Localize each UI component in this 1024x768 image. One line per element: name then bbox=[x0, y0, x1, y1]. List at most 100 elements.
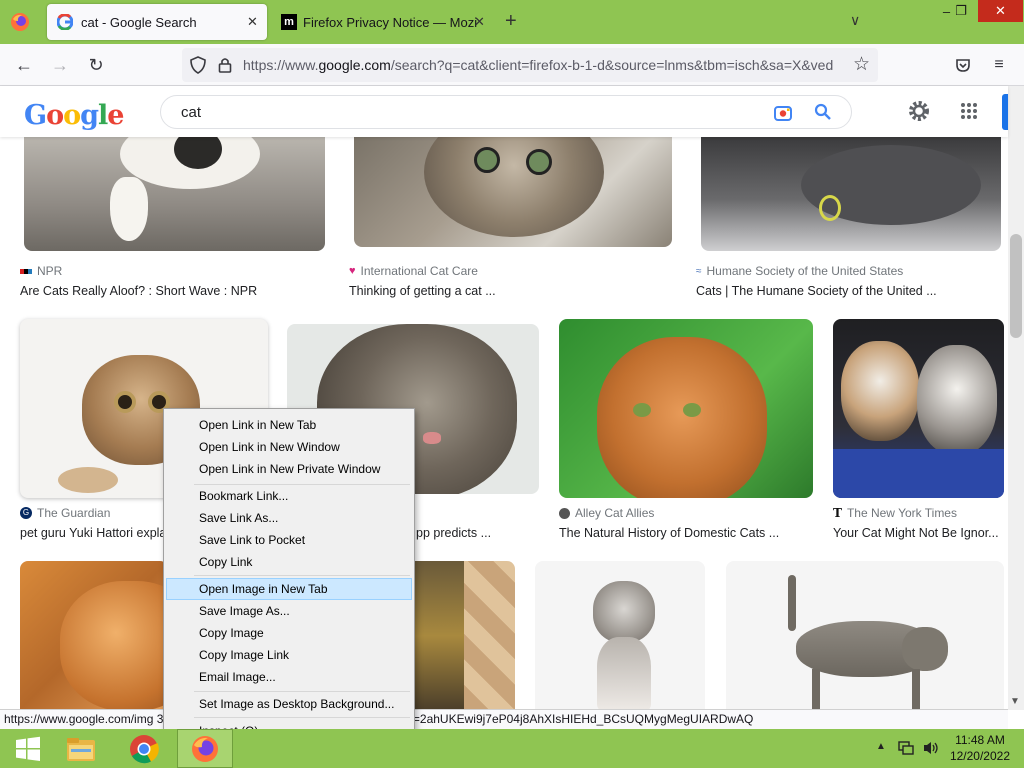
result-image-costume-cat[interactable] bbox=[414, 561, 515, 711]
search-box[interactable]: cat bbox=[160, 95, 852, 129]
result-title[interactable]: The Natural History of Domestic Cats ... bbox=[559, 526, 809, 540]
menu-open-link-new-window[interactable]: Open Link in New Window bbox=[166, 436, 412, 458]
search-input[interactable]: cat bbox=[181, 104, 201, 121]
google-logo[interactable]: Google bbox=[24, 100, 124, 131]
cat-photo-detail bbox=[110, 177, 148, 241]
result-source[interactable]: ≈ Humane Society of the United States bbox=[696, 264, 903, 278]
tab-strip: cat - Google Search ✕ m Firefox Privacy … bbox=[0, 0, 1024, 44]
menu-open-link-private-window[interactable]: Open Link in New Private Window bbox=[166, 458, 412, 480]
scroll-down-arrow-icon[interactable]: ▼ bbox=[1010, 696, 1020, 707]
menu-bookmark-link[interactable]: Bookmark Link... bbox=[166, 485, 412, 507]
menu-email-image[interactable]: Email Image... bbox=[166, 666, 412, 688]
hamburger-menu-icon[interactable]: ≡ bbox=[986, 52, 1012, 78]
result-source[interactable]: Alley Cat Allies bbox=[559, 506, 654, 520]
logo-letter: G bbox=[24, 100, 47, 131]
cat-photo-detail bbox=[597, 637, 651, 711]
firefox-icon bbox=[192, 735, 218, 762]
camera-lens-icon[interactable] bbox=[773, 103, 793, 128]
result-source[interactable]: T The New York Times bbox=[833, 506, 957, 520]
chrome-button[interactable] bbox=[116, 729, 172, 768]
tab-label: Firefox Privacy Notice — Mozilla bbox=[303, 14, 478, 30]
url-bar[interactable]: https://www.google.com/search?q=cat&clie… bbox=[182, 48, 878, 82]
chrome-icon bbox=[130, 734, 159, 763]
list-tabs-chevron-icon[interactable]: ∨ bbox=[850, 12, 860, 29]
navigation-toolbar: ← → ↻ https://www.google.com/search?q=ca… bbox=[0, 44, 1024, 86]
logo-letter: g bbox=[80, 100, 99, 131]
menu-set-desktop-background[interactable]: Set Image as Desktop Background... bbox=[166, 693, 412, 715]
menu-separator bbox=[194, 691, 410, 692]
menu-open-image-new-tab[interactable]: Open Image in New Tab bbox=[166, 578, 412, 600]
pocket-icon[interactable] bbox=[950, 52, 976, 78]
menu-save-link-to-pocket[interactable]: Save Link to Pocket bbox=[166, 529, 412, 551]
logo-letter: o bbox=[63, 100, 81, 131]
menu-copy-link[interactable]: Copy Link bbox=[166, 551, 412, 573]
guardian-logo-icon: G bbox=[20, 507, 32, 519]
menu-save-link-as[interactable]: Save Link As... bbox=[166, 507, 412, 529]
result-source-name: Humane Society of the United States bbox=[706, 264, 904, 278]
tab-firefox-privacy[interactable]: m Firefox Privacy Notice — Mozilla ✕ bbox=[277, 4, 489, 40]
humane-logo-icon: ≈ bbox=[696, 265, 702, 277]
lock-icon[interactable] bbox=[218, 56, 232, 79]
result-title[interactable]: Are Cats Really Aloof? : Short Wave : NP… bbox=[20, 284, 330, 298]
result-title[interactable]: pet guru Yuki Hattori expla bbox=[20, 526, 165, 540]
cat-photo-detail bbox=[902, 627, 948, 671]
close-tab-icon[interactable]: ✕ bbox=[474, 14, 485, 30]
close-tab-icon[interactable]: ✕ bbox=[247, 14, 258, 30]
network-icon[interactable] bbox=[898, 740, 914, 761]
firefox-menu-icon[interactable] bbox=[10, 12, 30, 32]
result-image-humane[interactable] bbox=[701, 137, 1001, 251]
context-menu: Open Link in New Tab Open Link in New Wi… bbox=[163, 408, 415, 745]
tab-google-search[interactable]: cat - Google Search ✕ bbox=[47, 4, 267, 40]
windows-taskbar: ▲ 11:48 AM 12/20/2022 bbox=[0, 729, 1024, 768]
menu-separator bbox=[194, 575, 410, 576]
menu-copy-image-link[interactable]: Copy Image Link bbox=[166, 644, 412, 666]
start-button[interactable] bbox=[0, 729, 56, 768]
result-image-alleycat[interactable] bbox=[559, 319, 813, 498]
cat-photo bbox=[414, 561, 464, 711]
back-arrow-icon[interactable]: ← bbox=[11, 52, 37, 78]
firefox-taskbar-button[interactable] bbox=[177, 729, 233, 768]
url-text[interactable]: https://www.google.com/search?q=cat&clie… bbox=[243, 57, 843, 73]
close-window-button[interactable]: ✕ bbox=[978, 0, 1023, 22]
result-source[interactable]: G The Guardian bbox=[20, 506, 110, 520]
page-scrollbar[interactable] bbox=[1008, 86, 1024, 710]
mozilla-m-icon: m bbox=[281, 14, 297, 30]
result-image-nyt[interactable] bbox=[833, 319, 1004, 498]
show-hidden-icons-icon[interactable]: ▲ bbox=[876, 741, 886, 752]
apps-grid-icon[interactable] bbox=[960, 102, 978, 125]
new-tab-button[interactable]: + bbox=[505, 11, 517, 31]
tracking-shield-icon[interactable] bbox=[190, 56, 206, 79]
cat-photo bbox=[424, 137, 604, 237]
file-explorer-button[interactable] bbox=[53, 729, 109, 768]
reload-icon[interactable]: ↻ bbox=[83, 52, 109, 78]
scrollbar-thumb[interactable] bbox=[1010, 234, 1022, 338]
volume-icon[interactable] bbox=[922, 740, 940, 761]
result-title[interactable]: pp predicts ... bbox=[416, 526, 546, 540]
account-avatar[interactable] bbox=[1002, 94, 1008, 130]
result-title[interactable]: Cats | The Humane Society of the United … bbox=[696, 284, 1001, 298]
result-image-icatcare[interactable] bbox=[354, 137, 672, 247]
logo-letter: o bbox=[46, 100, 64, 131]
bookmark-star-icon[interactable]: ☆ bbox=[853, 53, 870, 76]
result-title[interactable]: Thinking of getting a cat ... bbox=[349, 284, 669, 298]
result-title[interactable]: Your Cat Might Not Be Ignor... bbox=[833, 526, 1003, 540]
settings-gear-icon[interactable] bbox=[907, 99, 931, 128]
menu-open-link-new-tab[interactable]: Open Link in New Tab bbox=[166, 414, 412, 436]
forward-arrow-icon[interactable]: → bbox=[47, 52, 73, 78]
result-source[interactable]: ♥ International Cat Care bbox=[349, 264, 478, 278]
result-image-walking-cat[interactable] bbox=[726, 561, 1004, 711]
system-clock[interactable]: 11:48 AM 12/20/2022 bbox=[950, 732, 1010, 764]
result-source[interactable]: NPR bbox=[20, 264, 62, 278]
result-image-npr[interactable] bbox=[24, 137, 325, 251]
cat-photo-detail bbox=[912, 669, 920, 711]
alleycat-logo-icon bbox=[559, 507, 570, 519]
result-image-orange-cat[interactable] bbox=[20, 561, 168, 711]
cat-photo-detail bbox=[833, 449, 1004, 498]
maximize-button[interactable]: ❐ bbox=[946, 0, 976, 22]
result-image-kitten[interactable] bbox=[535, 561, 705, 711]
windows-logo-icon bbox=[16, 736, 40, 761]
search-icon[interactable] bbox=[814, 103, 832, 126]
menu-save-image-as[interactable]: Save Image As... bbox=[166, 600, 412, 622]
menu-copy-image[interactable]: Copy Image bbox=[166, 622, 412, 644]
link-status-url: https://www.google.com/img 392d05302e...… bbox=[0, 709, 1008, 729]
